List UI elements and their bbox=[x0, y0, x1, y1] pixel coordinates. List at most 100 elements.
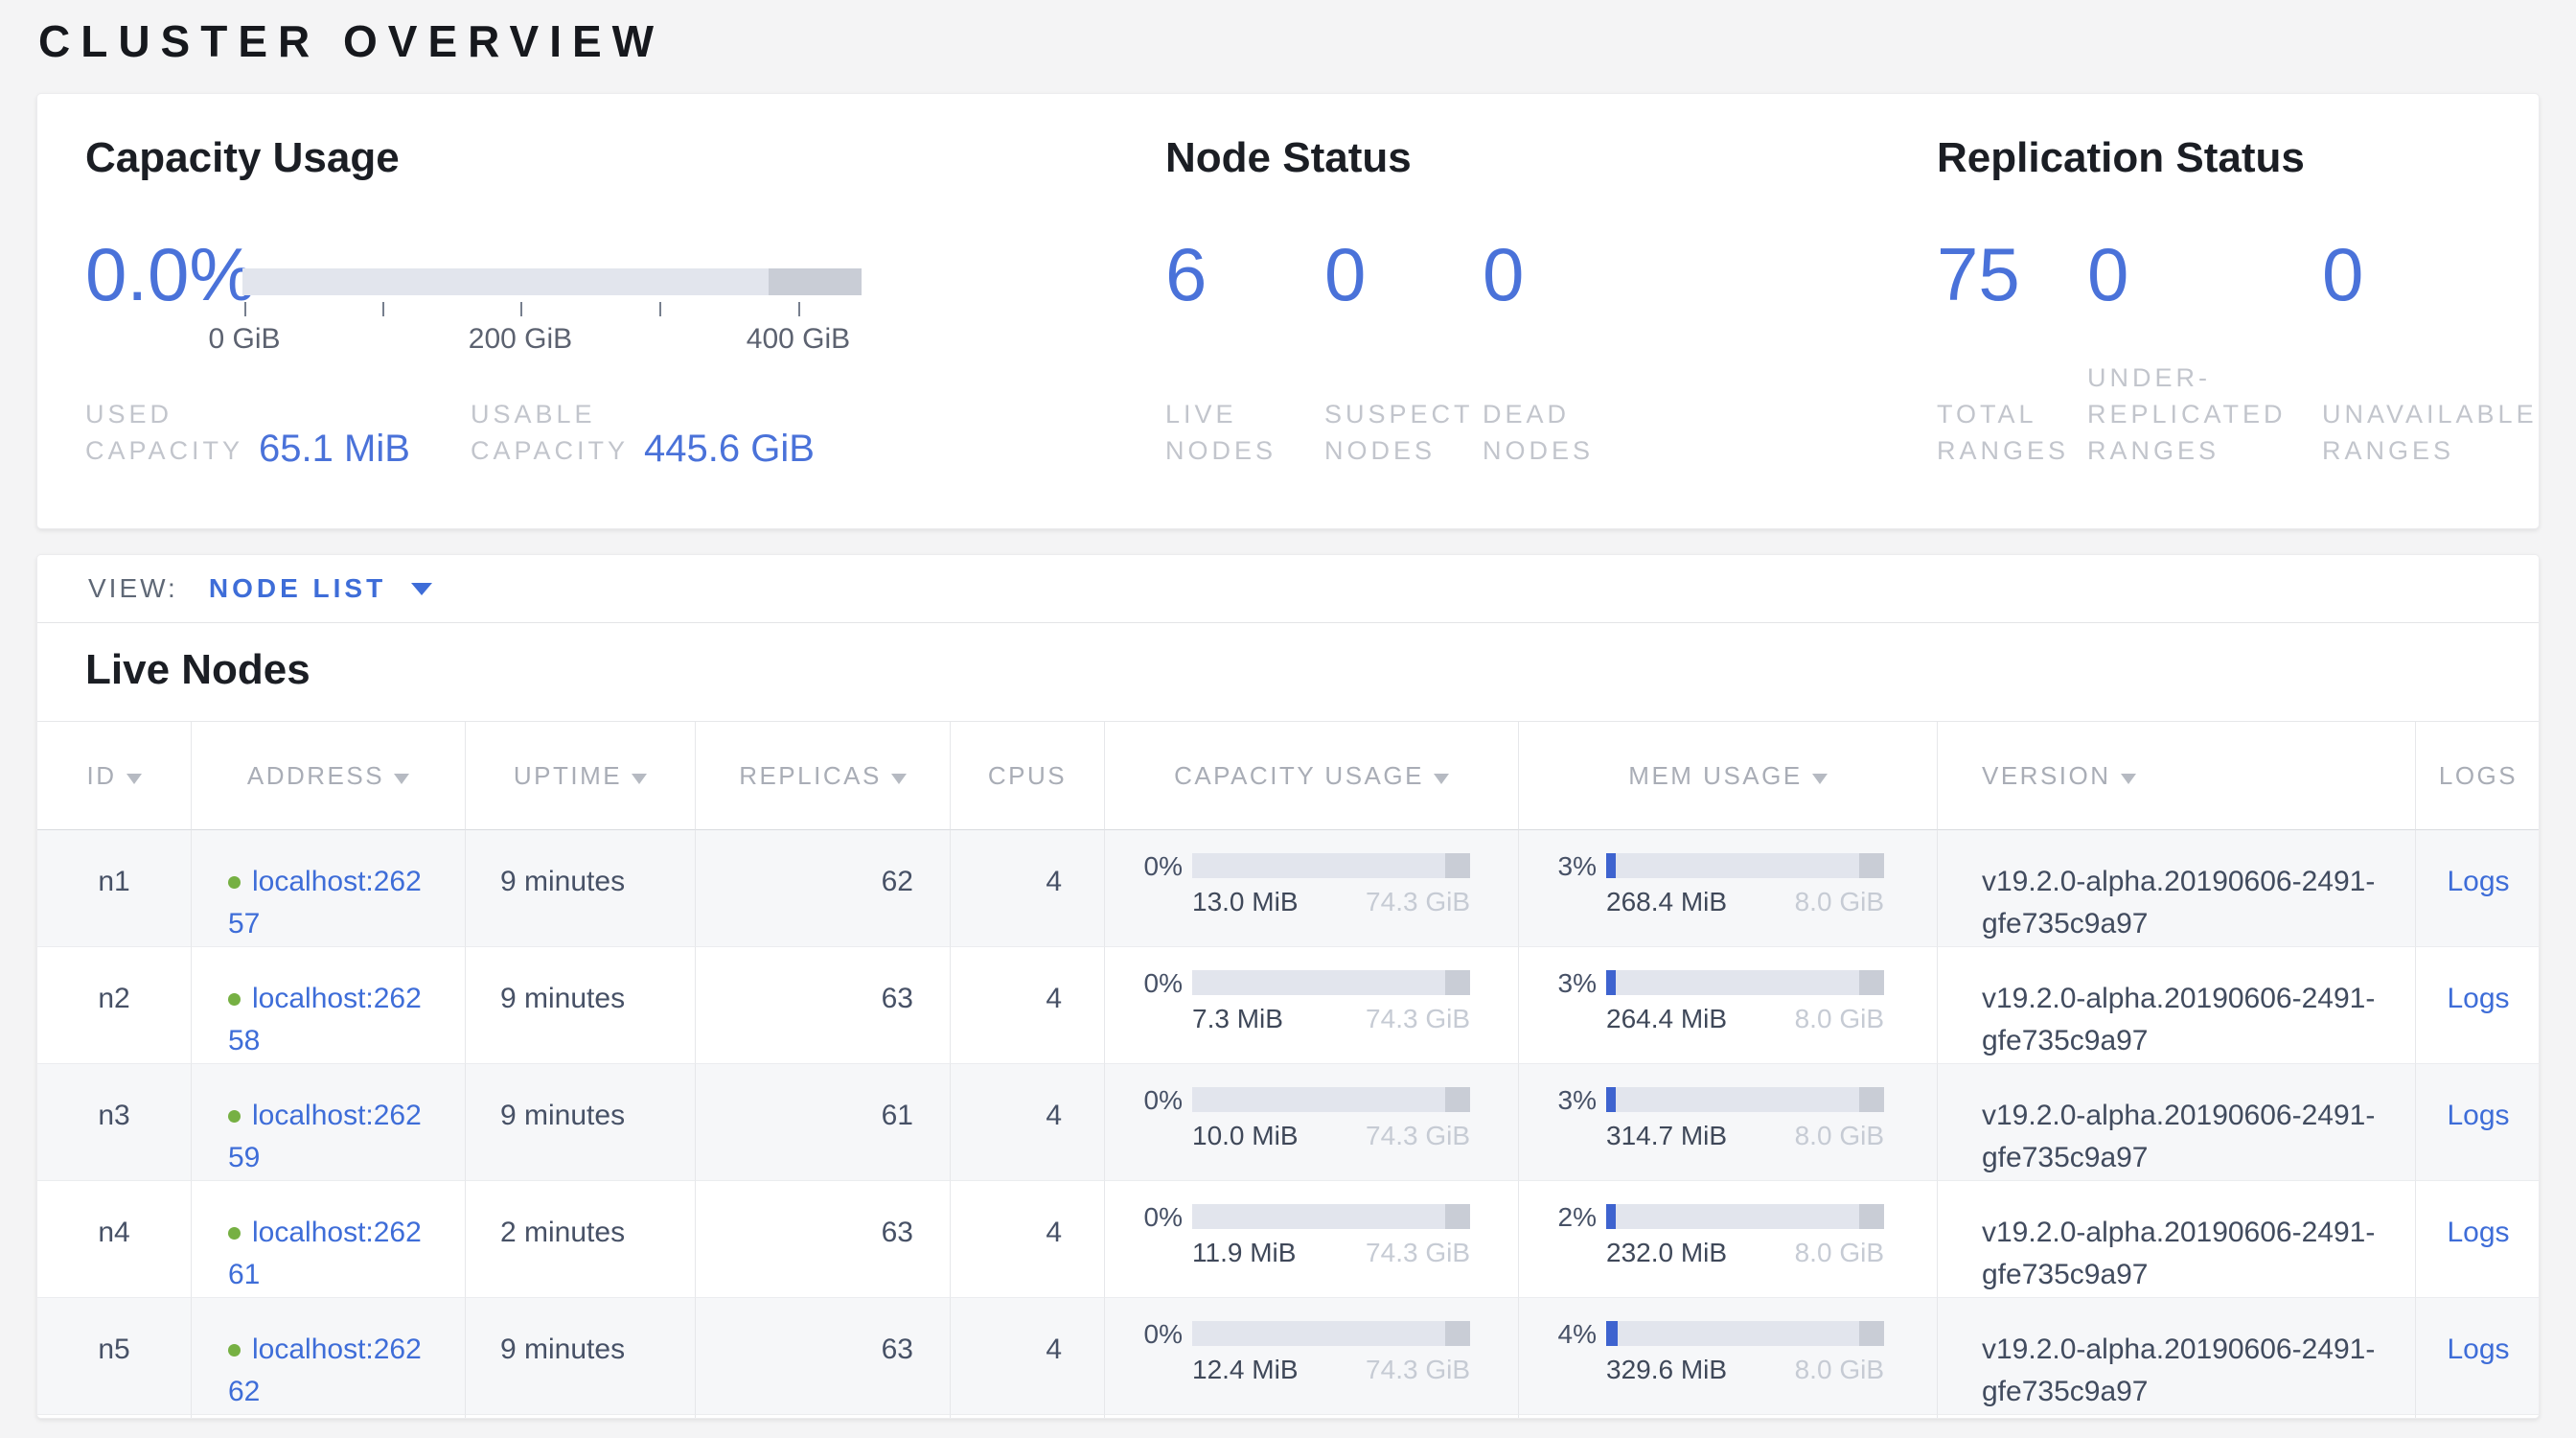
column-header-label: MEM USAGE bbox=[1628, 761, 1802, 790]
view-bar: VIEW: NODE LIST bbox=[37, 555, 2539, 623]
sort-arrow-icon bbox=[126, 774, 142, 784]
capacity-percent: 0.0% bbox=[85, 236, 256, 313]
stat-label-dead-nodes: DEADNODES bbox=[1483, 396, 1594, 469]
logs-link[interactable]: Logs bbox=[2447, 983, 2509, 1014]
capacity-cell: 0%13.0 MiB74.3 GiB bbox=[1105, 830, 1519, 947]
usage-total-value: 8.0 GiB bbox=[1795, 1239, 1884, 1267]
replicas-cell: 63 bbox=[696, 947, 951, 1064]
usage-bar-fill bbox=[1606, 1204, 1616, 1229]
column-header-address[interactable]: ADDRESS bbox=[192, 722, 466, 830]
live-status-dot bbox=[228, 1227, 241, 1240]
usage-bar-track bbox=[1606, 970, 1884, 995]
usage-bar-track bbox=[1192, 853, 1470, 878]
column-header-capacity[interactable]: CAPACITY USAGE bbox=[1105, 722, 1519, 830]
usage-values: 268.4 MiB8.0 GiB bbox=[1606, 888, 1884, 916]
address-link[interactable]: localhost:26257 bbox=[228, 866, 422, 939]
summary-card: Capacity Usage 0.0% 0 GiB200 GiB400 GiB … bbox=[36, 93, 2540, 529]
view-dropdown[interactable]: NODE LIST bbox=[209, 573, 432, 604]
usage-bar: 12.4 MiB74.3 GiB bbox=[1192, 1321, 1470, 1384]
stat-label-line: USED bbox=[85, 396, 243, 432]
axis-tick bbox=[244, 302, 246, 316]
usage-percent: 0% bbox=[1106, 1321, 1183, 1348]
stat-label-line: REPLICATED bbox=[2087, 396, 2287, 432]
usage-bar: 10.0 MiB74.3 GiB bbox=[1192, 1087, 1470, 1150]
empty-cell bbox=[951, 1415, 1105, 1419]
usage-values: 329.6 MiB8.0 GiB bbox=[1606, 1356, 1884, 1384]
uptime-cell: 9 minutes bbox=[466, 1298, 696, 1415]
version-cell: v19.2.0-alpha.20190606-2491-gfe735c9a97 bbox=[1938, 1298, 2416, 1415]
stat-value: 445.6 GiB bbox=[644, 428, 815, 471]
column-header-label: UPTIME bbox=[514, 761, 622, 790]
usage-values: 314.7 MiB8.0 GiB bbox=[1606, 1122, 1884, 1150]
usage-values: 10.0 MiB74.3 GiB bbox=[1192, 1122, 1470, 1150]
live-status-dot bbox=[228, 993, 241, 1006]
replication-status-title: Replication Status bbox=[1937, 134, 2305, 182]
uptime-cell: 9 minutes bbox=[466, 947, 696, 1064]
usage-bar-end-segment bbox=[1445, 853, 1470, 878]
empty-cell bbox=[2416, 1415, 2540, 1419]
logs-link[interactable]: Logs bbox=[2447, 866, 2509, 897]
logs-cell: Logs bbox=[2416, 947, 2540, 1064]
usage-values: 13.0 MiB74.3 GiB bbox=[1192, 888, 1470, 916]
sort-arrow-icon bbox=[2121, 774, 2136, 784]
column-header-cpus: CPUS bbox=[951, 722, 1105, 830]
sort-arrow-icon bbox=[1812, 774, 1828, 784]
usage-total-value: 74.3 GiB bbox=[1366, 1239, 1470, 1267]
usage-bar: 264.4 MiB8.0 GiB bbox=[1606, 970, 1884, 1033]
capacity-cell: 0%7.3 MiB74.3 GiB bbox=[1105, 947, 1519, 1064]
address-link[interactable]: localhost:26259 bbox=[228, 1100, 422, 1173]
usage-percent: 3% bbox=[1520, 853, 1597, 880]
usage-percent: 3% bbox=[1520, 970, 1597, 997]
empty-cell bbox=[1938, 1415, 2416, 1419]
table-row: n1localhost:262579 minutes6240%13.0 MiB7… bbox=[37, 830, 2540, 947]
capacity-usage-bar: 0 GiB200 GiB400 GiB bbox=[242, 268, 862, 356]
live-status-dot bbox=[228, 876, 241, 889]
usage-bar-fill bbox=[1606, 853, 1616, 878]
column-header-memory[interactable]: MEM USAGE bbox=[1519, 722, 1938, 830]
sort-arrow-icon bbox=[1434, 774, 1449, 784]
capacity-bar-end-segment bbox=[769, 268, 862, 295]
logs-link[interactable]: Logs bbox=[2447, 1100, 2509, 1131]
usage-total-value: 74.3 GiB bbox=[1366, 1005, 1470, 1033]
memory-cell: 2%232.0 MiB8.0 GiB bbox=[1519, 1181, 1938, 1298]
usage-used-value: 13.0 MiB bbox=[1192, 888, 1299, 916]
column-header-uptime[interactable]: UPTIME bbox=[466, 722, 696, 830]
logs-link[interactable]: Logs bbox=[2447, 1217, 2509, 1248]
column-header-version[interactable]: VERSION bbox=[1938, 722, 2416, 830]
stat-label-line: CAPACITY bbox=[471, 432, 629, 469]
axis-tick bbox=[382, 302, 384, 316]
address-link[interactable]: localhost:26258 bbox=[228, 983, 422, 1056]
usage-bar-track bbox=[1606, 1087, 1884, 1112]
address-link[interactable]: localhost:26261 bbox=[228, 1217, 422, 1290]
cpus-cell: 4 bbox=[951, 830, 1105, 947]
sort-arrow-icon bbox=[394, 774, 409, 784]
usage-percent: 0% bbox=[1106, 1087, 1183, 1114]
logs-cell: Logs bbox=[2416, 1064, 2540, 1181]
stat-value-unavailable-ranges: 0 bbox=[2322, 236, 2363, 313]
usage-values: 7.3 MiB74.3 GiB bbox=[1192, 1005, 1470, 1033]
usage-bar-end-segment bbox=[1859, 853, 1884, 878]
memory-usage: 3%314.7 MiB8.0 GiB bbox=[1520, 1087, 1936, 1150]
usage-bar-end-segment bbox=[1859, 1204, 1884, 1229]
usage-bar: 329.6 MiB8.0 GiB bbox=[1606, 1321, 1884, 1384]
address-cell: localhost:26262 bbox=[192, 1298, 466, 1415]
usage-total-value: 8.0 GiB bbox=[1795, 888, 1884, 916]
live-status-dot bbox=[228, 1110, 241, 1123]
stat-label-line: USABLE bbox=[471, 396, 629, 432]
stat-label-line: RANGES bbox=[2322, 432, 2538, 469]
address-link[interactable]: localhost:26262 bbox=[228, 1334, 422, 1407]
live-status-dot bbox=[228, 1344, 241, 1357]
empty-cell bbox=[466, 1415, 696, 1419]
capacity-axis-labels: 0 GiB200 GiB400 GiB bbox=[242, 323, 862, 356]
logs-link[interactable]: Logs bbox=[2447, 1334, 2509, 1365]
empty-cell bbox=[192, 1415, 466, 1419]
stat-label: USABLECAPACITY bbox=[471, 396, 629, 469]
stat-label-total-ranges: TOTALRANGES bbox=[1937, 396, 2069, 469]
column-header-replicas[interactable]: REPLICAS bbox=[696, 722, 951, 830]
node-id-cell: n2 bbox=[37, 947, 192, 1064]
column-header-id[interactable]: ID bbox=[37, 722, 192, 830]
usage-bar-end-segment bbox=[1859, 1321, 1884, 1346]
usage-bar-end-segment bbox=[1445, 970, 1470, 995]
memory-usage: 2%232.0 MiB8.0 GiB bbox=[1520, 1204, 1936, 1267]
usage-bar: 7.3 MiB74.3 GiB bbox=[1192, 970, 1470, 1033]
